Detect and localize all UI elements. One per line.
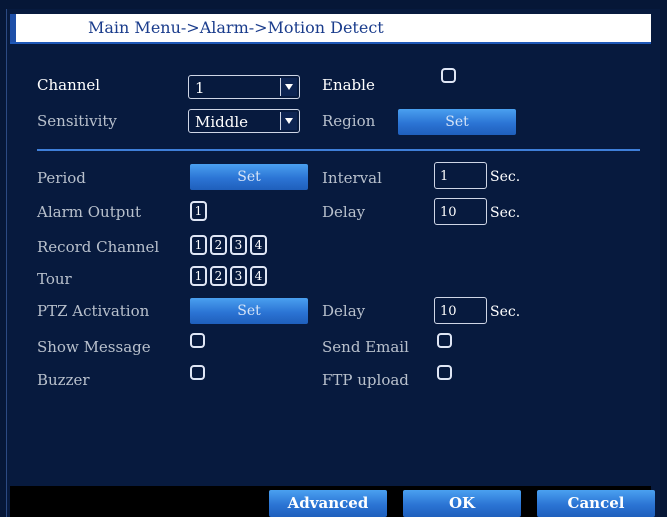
dropdown-arrow-icon[interactable] (280, 112, 297, 130)
ptz-activation-label: PTZ Activation (37, 302, 150, 320)
show-message-checkbox[interactable] (190, 333, 205, 348)
section-divider (37, 149, 640, 151)
ptz-delay-unit: Sec. (490, 304, 521, 320)
ptz-delay-label: Delay (322, 302, 366, 320)
channel-label: Channel (37, 76, 101, 94)
tour-label: Tour (37, 270, 72, 288)
ftp-upload-label: FTP upload (322, 371, 409, 389)
send-email-label: Send Email (322, 338, 409, 356)
send-email-checkbox[interactable] (437, 333, 452, 348)
enable-label: Enable (322, 76, 375, 94)
record-channel-box-4[interactable]: 4 (250, 235, 267, 255)
title-accent (10, 14, 16, 42)
tour-box-3[interactable]: 3 (230, 266, 247, 286)
page-title: Main Menu->Alarm->Motion Detect (88, 18, 384, 37)
title-underline (10, 42, 651, 44)
delay-label: Delay (322, 203, 366, 221)
sensitivity-label: Sensitivity (37, 112, 117, 130)
interval-unit: Sec. (490, 169, 521, 185)
record-channel-box-2[interactable]: 2 (210, 235, 227, 255)
tour-box-4[interactable]: 4 (250, 266, 267, 286)
title-bar: Main Menu->Alarm->Motion Detect (10, 14, 651, 42)
delay-input[interactable]: 10 (434, 198, 487, 225)
cancel-button[interactable]: Cancel (537, 490, 655, 517)
period-set-button[interactable]: Set (190, 164, 308, 190)
advanced-button[interactable]: Advanced (269, 490, 387, 517)
ftp-upload-checkbox[interactable] (437, 365, 452, 380)
show-message-label: Show Message (37, 338, 151, 356)
region-set-button[interactable]: Set (398, 109, 516, 135)
period-label: Period (37, 169, 86, 187)
interval-label: Interval (322, 169, 382, 187)
tour-box-2[interactable]: 2 (210, 266, 227, 286)
channel-select[interactable]: 1 (188, 75, 300, 99)
enable-checkbox[interactable] (441, 68, 456, 83)
sensitivity-value: Middle (195, 113, 249, 131)
record-channel-box-3[interactable]: 3 (230, 235, 247, 255)
sensitivity-select[interactable]: Middle (188, 109, 300, 133)
tour-box-1[interactable]: 1 (190, 266, 207, 286)
ptz-set-button[interactable]: Set (190, 298, 308, 324)
buzzer-label: Buzzer (37, 371, 90, 389)
dropdown-arrow-icon[interactable] (280, 78, 297, 96)
record-channel-box-1[interactable]: 1 (190, 235, 207, 255)
alarm-output-box-1[interactable]: 1 (190, 201, 207, 221)
record-channel-label: Record Channel (37, 238, 160, 256)
delay-unit: Sec. (490, 205, 521, 221)
interval-input[interactable]: 1 (434, 162, 487, 189)
ok-button[interactable]: OK (403, 490, 521, 517)
channel-value: 1 (195, 79, 205, 97)
region-label: Region (322, 112, 376, 130)
buzzer-checkbox[interactable] (190, 365, 205, 380)
ptz-delay-input[interactable]: 10 (434, 297, 487, 324)
alarm-output-label: Alarm Output (37, 203, 142, 221)
